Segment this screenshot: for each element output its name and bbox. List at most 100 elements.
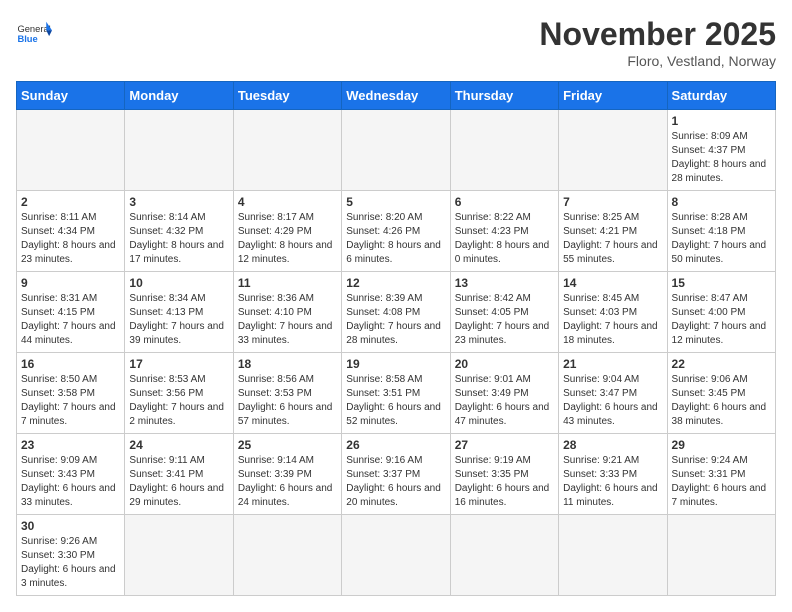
calendar-row: 1Sunrise: 8:09 AM Sunset: 4:37 PM Daylig… — [17, 110, 776, 191]
calendar-cell: 4Sunrise: 8:17 AM Sunset: 4:29 PM Daylig… — [233, 191, 341, 272]
day-info: Sunrise: 8:20 AM Sunset: 4:26 PM Dayligh… — [346, 211, 445, 267]
day-number: 19 — [346, 357, 445, 371]
day-info: Sunrise: 8:50 AM Sunset: 3:58 PM Dayligh… — [21, 373, 120, 429]
day-info: Sunrise: 8:53 AM Sunset: 3:56 PM Dayligh… — [129, 373, 228, 429]
calendar-cell: 20 Sunrise: 9:01 AM Sunset: 3:49 PM Dayli… — [450, 353, 558, 434]
header-monday: Monday — [125, 82, 233, 110]
day-number: 24 — [129, 438, 228, 452]
calendar-cell: 26 Sunrise: 9:16 AM Sunset: 3:37 PM Dayli… — [342, 434, 450, 515]
day-number: 25 — [238, 438, 337, 452]
day-number: 21 — [563, 357, 662, 371]
calendar-cell: 13Sunrise: 8:42 AM Sunset: 4:05 PM Dayli… — [450, 272, 558, 353]
day-info: Sunrise: 8:47 AM Sunset: 4:00 PM Dayligh… — [672, 292, 771, 348]
calendar-cell: 6 Sunrise: 8:22 AM Sunset: 4:23 PM Daylig… — [450, 191, 558, 272]
day-info: Sunrise: 8:39 AM Sunset: 4:08 PM Dayligh… — [346, 292, 445, 348]
day-number: 30 — [21, 519, 120, 533]
day-info: Sunrise: 8:36 AM Sunset: 4:10 PM Dayligh… — [238, 292, 337, 348]
calendar-table: Sunday Monday Tuesday Wednesday Thursday… — [16, 81, 776, 596]
calendar-cell: 27Sunrise: 9:19 AM Sunset: 3:35 PM Dayli… — [450, 434, 558, 515]
calendar-cell: 21 Sunrise: 9:04 AM Sunset: 3:47 PM Dayli… — [559, 353, 667, 434]
calendar-cell — [125, 515, 233, 596]
day-info: Sunrise: 8:11 AM Sunset: 4:34 PM Dayligh… — [21, 211, 120, 267]
day-number: 29 — [672, 438, 771, 452]
day-info: Sunrise: 9:01 AM Sunset: 3:49 PM Dayligh… — [455, 373, 554, 429]
day-info: Sunrise: 8:58 AM Sunset: 3:51 PM Dayligh… — [346, 373, 445, 429]
day-info: Sunrise: 8:34 AM Sunset: 4:13 PM Dayligh… — [129, 292, 228, 348]
day-info: Sunrise: 8:28 AM Sunset: 4:18 PM Dayligh… — [672, 211, 771, 267]
svg-text:General: General — [17, 24, 50, 34]
calendar-cell — [342, 110, 450, 191]
calendar-cell: 30 Sunrise: 9:26 AM Sunset: 3:30 PM Dayli… — [17, 515, 125, 596]
calendar-cell: 12 Sunrise: 8:39 AM Sunset: 4:08 PM Dayli… — [342, 272, 450, 353]
day-info: Sunrise: 8:25 AM Sunset: 4:21 PM Dayligh… — [563, 211, 662, 267]
day-number: 13 — [455, 276, 554, 290]
day-number: 5 — [346, 195, 445, 209]
day-info: Sunrise: 9:26 AM Sunset: 3:30 PM Dayligh… — [21, 535, 120, 591]
calendar-cell: 1Sunrise: 8:09 AM Sunset: 4:37 PM Daylig… — [667, 110, 775, 191]
calendar-cell: 22Sunrise: 9:06 AM Sunset: 3:45 PM Dayli… — [667, 353, 775, 434]
calendar-cell: 29 Sunrise: 9:24 AM Sunset: 3:31 PM Dayli… — [667, 434, 775, 515]
day-number: 20 — [455, 357, 554, 371]
calendar-cell: 16 Sunrise: 8:50 AM Sunset: 3:58 PM Dayli… — [17, 353, 125, 434]
day-number: 6 — [455, 195, 554, 209]
calendar-cell: 11 Sunrise: 8:36 AM Sunset: 4:10 PM Dayli… — [233, 272, 341, 353]
header-friday: Friday — [559, 82, 667, 110]
day-info: Sunrise: 8:31 AM Sunset: 4:15 PM Dayligh… — [21, 292, 120, 348]
day-info: Sunrise: 9:16 AM Sunset: 3:37 PM Dayligh… — [346, 454, 445, 510]
day-info: Sunrise: 8:45 AM Sunset: 4:03 PM Dayligh… — [563, 292, 662, 348]
header-wednesday: Wednesday — [342, 82, 450, 110]
calendar-cell: 9 Sunrise: 8:31 AM Sunset: 4:15 PM Daylig… — [17, 272, 125, 353]
calendar-cell — [559, 110, 667, 191]
calendar-cell — [667, 515, 775, 596]
day-number: 9 — [21, 276, 120, 290]
day-number: 8 — [672, 195, 771, 209]
calendar-cell — [450, 515, 558, 596]
day-info: Sunrise: 8:14 AM Sunset: 4:32 PM Dayligh… — [129, 211, 228, 267]
calendar-cell: 14Sunrise: 8:45 AM Sunset: 4:03 PM Dayli… — [559, 272, 667, 353]
day-number: 12 — [346, 276, 445, 290]
day-number: 3 — [129, 195, 228, 209]
day-number: 17 — [129, 357, 228, 371]
day-info: Sunrise: 8:56 AM Sunset: 3:53 PM Dayligh… — [238, 373, 337, 429]
day-info: Sunrise: 8:17 AM Sunset: 4:29 PM Dayligh… — [238, 211, 337, 267]
location: Floro, Vestland, Norway — [539, 53, 776, 69]
header-tuesday: Tuesday — [233, 82, 341, 110]
day-info: Sunrise: 9:14 AM Sunset: 3:39 PM Dayligh… — [238, 454, 337, 510]
day-number: 26 — [346, 438, 445, 452]
day-number: 15 — [672, 276, 771, 290]
day-info: Sunrise: 9:09 AM Sunset: 3:43 PM Dayligh… — [21, 454, 120, 510]
calendar-cell — [233, 515, 341, 596]
calendar-cell — [125, 110, 233, 191]
calendar-cell: 19 Sunrise: 8:58 AM Sunset: 3:51 PM Dayli… — [342, 353, 450, 434]
day-info: Sunrise: 9:04 AM Sunset: 3:47 PM Dayligh… — [563, 373, 662, 429]
calendar-row: 16 Sunrise: 8:50 AM Sunset: 3:58 PM Dayli… — [17, 353, 776, 434]
logo-icon: General Blue — [16, 16, 52, 52]
logo: General Blue — [16, 16, 52, 52]
day-number: 16 — [21, 357, 120, 371]
calendar-row: 2Sunrise: 8:11 AM Sunset: 4:34 PM Daylig… — [17, 191, 776, 272]
calendar-cell: 10Sunrise: 8:34 AM Sunset: 4:13 PM Dayli… — [125, 272, 233, 353]
calendar-cell — [17, 110, 125, 191]
calendar-cell: 7 Sunrise: 8:25 AM Sunset: 4:21 PM Daylig… — [559, 191, 667, 272]
calendar-cell: 28Sunrise: 9:21 AM Sunset: 3:33 PM Dayli… — [559, 434, 667, 515]
calendar-cell — [559, 515, 667, 596]
day-number: 22 — [672, 357, 771, 371]
calendar-cell: 5 Sunrise: 8:20 AM Sunset: 4:26 PM Daylig… — [342, 191, 450, 272]
page-header: General Blue November 2025 Floro, Vestla… — [16, 16, 776, 69]
header-thursday: Thursday — [450, 82, 558, 110]
calendar-cell: 3 Sunrise: 8:14 AM Sunset: 4:32 PM Daylig… — [125, 191, 233, 272]
calendar-row: 23 Sunrise: 9:09 AM Sunset: 3:43 PM Dayli… — [17, 434, 776, 515]
calendar-cell: 24 Sunrise: 9:11 AM Sunset: 3:41 PM Dayli… — [125, 434, 233, 515]
day-number: 18 — [238, 357, 337, 371]
header-sunday: Sunday — [17, 82, 125, 110]
day-number: 23 — [21, 438, 120, 452]
calendar-cell: 17 Sunrise: 8:53 AM Sunset: 3:56 PM Dayli… — [125, 353, 233, 434]
day-info: Sunrise: 9:11 AM Sunset: 3:41 PM Dayligh… — [129, 454, 228, 510]
calendar-cell: 25 Sunrise: 9:14 AM Sunset: 3:39 PM Dayli… — [233, 434, 341, 515]
day-number: 7 — [563, 195, 662, 209]
calendar-cell: 15 Sunrise: 8:47 AM Sunset: 4:00 PM Dayli… — [667, 272, 775, 353]
calendar-cell: 18 Sunrise: 8:56 AM Sunset: 3:53 PM Dayli… — [233, 353, 341, 434]
day-info: Sunrise: 9:24 AM Sunset: 3:31 PM Dayligh… — [672, 454, 771, 510]
day-number: 11 — [238, 276, 337, 290]
day-info: Sunrise: 8:22 AM Sunset: 4:23 PM Dayligh… — [455, 211, 554, 267]
